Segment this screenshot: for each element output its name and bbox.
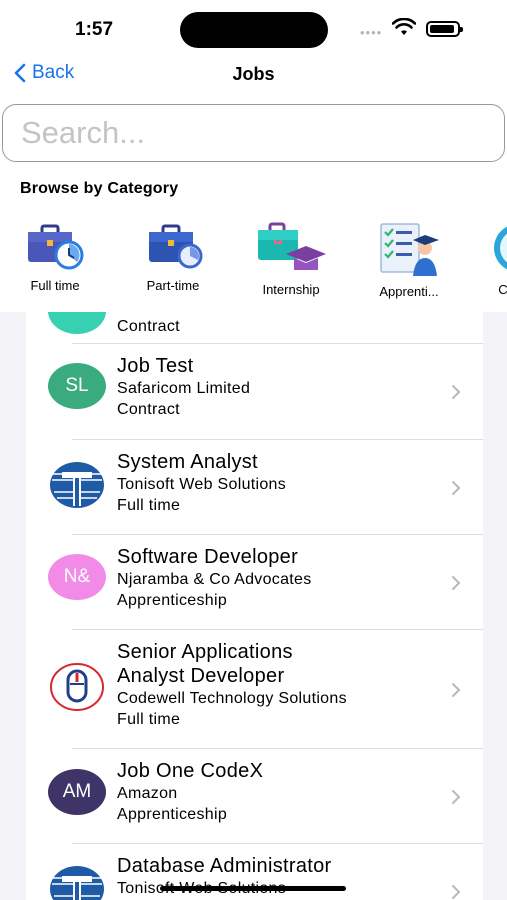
category-label: Internship — [262, 282, 320, 297]
category-full-time[interactable]: Full time — [0, 222, 110, 293]
search-input[interactable] — [2, 104, 505, 162]
job-type: Full time — [117, 497, 181, 514]
briefcase-timer-icon — [149, 224, 203, 269]
home-indicator[interactable] — [160, 886, 346, 891]
status-bar: 1:57 •••• — [0, 0, 507, 58]
chevron-right-icon — [452, 885, 461, 899]
chevron-right-icon — [452, 790, 461, 804]
cellular-signal-icon: •••• — [360, 25, 383, 40]
category-apprenticeship[interactable]: Apprenti... — [354, 222, 464, 299]
job-type: Contract — [117, 401, 180, 418]
job-row[interactable]: Database Administrator Tonisoft Web Solu… — [26, 844, 483, 900]
wifi-icon — [392, 18, 416, 35]
job-title: Database Administrator — [117, 855, 332, 877]
chevron-right-icon — [452, 385, 461, 399]
job-type: Full time — [117, 711, 181, 728]
job-row[interactable]: AM Job One CodeX Amazon Apprenticeship — [26, 749, 483, 844]
job-type: Contract — [117, 318, 180, 335]
tonisoft-logo-icon — [50, 462, 104, 508]
company-name: Codewell Technology Solutions — [117, 690, 347, 707]
briefcase-gradcap-icon — [258, 222, 326, 270]
job-row[interactable]: SL Job Test Safaricom Limited Contract — [26, 344, 483, 440]
category-browser: Browse by Category Full time Part-time I… — [0, 174, 507, 312]
codewell-mouse-logo-icon — [50, 663, 104, 711]
job-title: Job Test — [117, 355, 194, 377]
browse-title: Browse by Category — [20, 180, 179, 197]
tonisoft-logo-icon — [50, 866, 104, 900]
job-title: Software Developer — [117, 546, 299, 568]
avatar: AM — [48, 769, 106, 815]
job-row[interactable]: System Analyst Tonisoft Web Solutions Fu… — [26, 440, 483, 535]
job-list: Contract SL Job Test Safaricom Limited C… — [26, 312, 483, 900]
job-title: Senior Applications Analyst Developer — [117, 641, 293, 687]
battery-icon — [426, 21, 463, 37]
job-title: Job One CodeX — [117, 760, 264, 782]
page-title: Jobs — [232, 64, 275, 84]
avatar — [48, 312, 106, 334]
job-type: Apprenticeship — [117, 806, 228, 823]
graduate-checklist-icon — [380, 223, 439, 276]
briefcase-clock-icon — [28, 224, 84, 270]
company-name: Safaricom Limited — [117, 380, 251, 397]
avatar: SL — [48, 363, 106, 409]
avatar: N& — [48, 554, 106, 600]
contract-icon — [494, 226, 507, 270]
job-row[interactable]: N& Software Developer Njaramba & Co Advo… — [26, 535, 483, 630]
chevron-right-icon — [452, 576, 461, 590]
category-part-time[interactable]: Part-time — [118, 222, 228, 293]
category-label: C — [498, 282, 507, 297]
company-name: Njaramba & Co Advocates — [117, 571, 312, 588]
job-row-partial[interactable]: Contract — [26, 312, 483, 344]
chevron-right-icon — [452, 481, 461, 495]
category-internship[interactable]: Internship — [236, 222, 346, 297]
dynamic-island — [180, 12, 328, 48]
job-title: System Analyst — [117, 451, 258, 473]
status-time: 1:57 — [75, 19, 114, 40]
job-row[interactable]: Senior Applications Analyst Developer Cod… — [26, 630, 483, 749]
category-label: Part-time — [146, 278, 200, 293]
navigation-bar: Back Jobs — [0, 58, 507, 98]
category-contract[interactable]: C — [450, 222, 507, 297]
search-section — [0, 98, 507, 174]
company-name: Amazon — [117, 785, 178, 802]
category-label: Apprenti... — [379, 284, 439, 299]
category-label: Full time — [30, 278, 80, 293]
company-name: Tonisoft Web Solutions — [117, 476, 287, 493]
job-type: Apprenticeship — [117, 592, 228, 609]
chevron-right-icon — [452, 683, 461, 697]
